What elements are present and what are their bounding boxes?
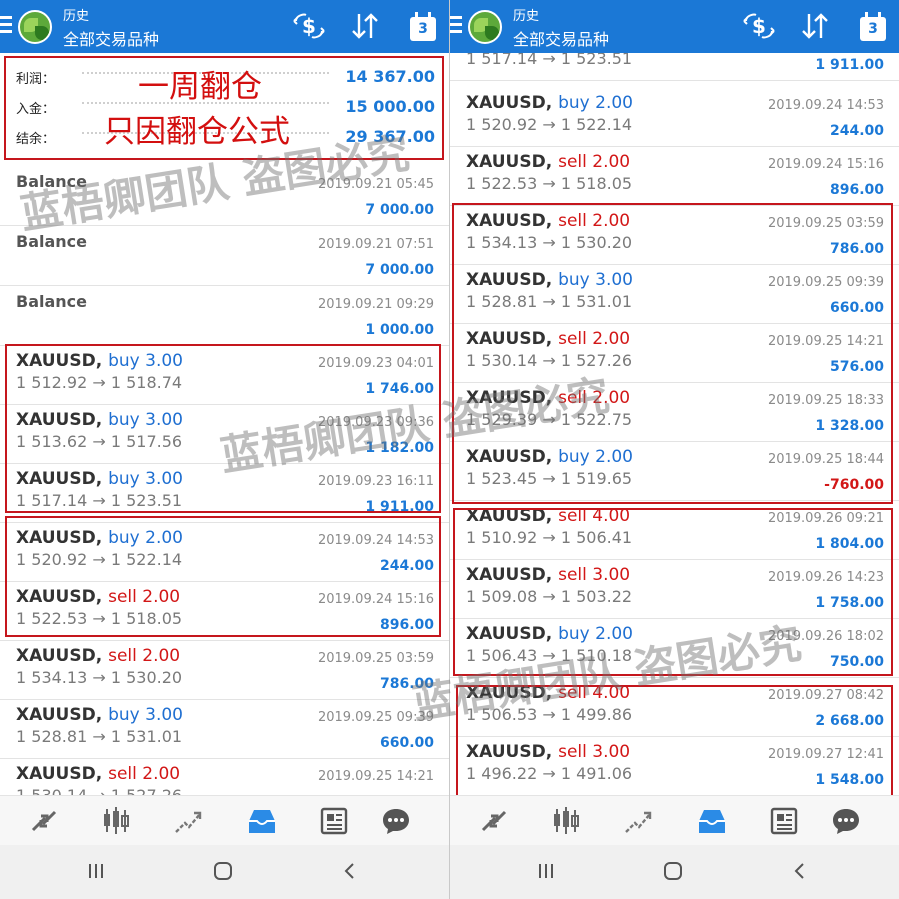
history-icon[interactable] [247,806,277,836]
menu-icon[interactable] [0,16,12,36]
trade-prices: 1 534.13 → 1 530.20 [16,668,183,687]
news-icon[interactable] [319,806,349,836]
sort-icon[interactable] [350,11,380,41]
highlight-box-0927 [456,685,893,795]
system-navigation-bar [450,845,899,899]
trade-symbol: XAUUSD, buy 3.00 [16,705,183,725]
symbol-filter-icon[interactable]: $ [742,11,776,41]
history-list[interactable]: 1 517.14 → 1 523.51 1 911.00 XAUUSD, buy… [450,53,899,795]
trade-prices: 1 530.14 → 1 527.26 [16,786,182,795]
trade-profit: 660.00 [379,735,434,751]
chat-icon[interactable] [831,806,861,836]
trade-time: 2019.09.24 15:16 [767,157,884,172]
balance-amount: 7 000.00 [365,262,434,278]
balance-time: 2019.09.21 09:29 [317,297,434,312]
trade-type: sell 2.00 [558,152,631,172]
trade-symbol: XAUUSD, sell 2.00 [16,764,181,784]
history-list[interactable]: 利润： 14 367.00 入金： 15 000.00 结余： 29 367.0… [0,53,449,795]
trade-time: 2019.09.25 14:21 [317,769,434,784]
balance-row[interactable]: Balance 2019.09.21 09:29 1 000.00 [0,287,449,346]
trade-type: sell 2.00 [108,764,181,784]
balance-row[interactable]: Balance 2019.09.21 07:51 7 000.00 [0,227,449,286]
chat-icon[interactable] [381,806,411,836]
trade-symbol: XAUUSD, sell 2.00 [16,646,181,666]
home-icon[interactable] [213,861,233,881]
quotes-icon[interactable] [479,806,509,836]
highlight-box-0925 [452,203,893,504]
trade-prices: 1 522.53 → 1 518.05 [466,174,633,193]
balance-row[interactable]: Balance 2019.09.21 05:45 7 000.00 [0,167,449,226]
trade-profit: 786.00 [379,676,434,692]
balance-amount: 1 000.00 [365,322,434,338]
trade-row[interactable]: XAUUSD, buy 2.00 1 520.92 → 1 522.14 2019.… [450,88,899,147]
trade-prices: 1 528.81 → 1 531.01 [16,727,183,746]
chart-icon[interactable] [551,806,581,836]
header-title: 历史 [63,9,90,24]
app-header: 历史 全部交易品种 $ 3 [450,0,899,53]
highlight-box-0924 [5,516,441,637]
trade-profit: 244.00 [829,123,884,139]
svg-text:$: $ [302,14,316,38]
calendar-day: 3 [418,21,428,37]
trade-prices: 1 520.92 → 1 522.14 [466,115,633,134]
trade-symbol: XAUUSD, buy 2.00 [466,93,633,113]
recent-apps-icon[interactable] [536,861,556,881]
calendar-day: 3 [868,21,878,37]
history-screen-right: 历史 全部交易品种 $ 3 1 517.14 → 1 523.51 1 911.… [450,0,899,899]
news-icon[interactable] [769,806,799,836]
trade-row[interactable]: XAUUSD, sell 2.00 1 530.14 → 1 527.26 2019… [0,759,449,795]
recent-apps-icon[interactable] [86,861,106,881]
trade-time: 2019.09.25 09:39 [317,710,434,725]
header-subtitle[interactable]: 全部交易品种 [63,26,159,50]
balance-amount: 7 000.00 [365,202,434,218]
trade-type: sell 2.00 [108,646,181,666]
trade-time: 2019.09.24 14:53 [767,98,884,113]
balance-label: Balance [16,232,87,251]
trade-row[interactable]: XAUUSD, sell 2.00 1 522.53 → 1 518.05 2019… [450,147,899,206]
header-title: 历史 [513,9,540,24]
highlight-box-0926 [453,508,893,676]
trade-row[interactable]: XAUUSD, buy 3.00 1 528.81 → 1 531.01 2019.… [0,700,449,759]
trade-profit: 896.00 [829,182,884,198]
trade-symbol: XAUUSD, sell 2.00 [466,152,631,172]
back-icon[interactable] [340,861,360,881]
trade-icon[interactable] [173,806,203,836]
summary-highlight-box [4,56,444,160]
bottom-navigation [450,795,899,845]
menu-icon[interactable] [450,16,462,36]
quotes-icon[interactable] [29,806,59,836]
trade-icon[interactable] [623,806,653,836]
calendar-icon[interactable]: 3 [409,12,437,42]
trade-type: buy 3.00 [108,705,183,725]
balance-label: Balance [16,292,87,311]
trade-row[interactable]: XAUUSD, sell 2.00 1 534.13 → 1 530.20 2019… [0,641,449,700]
back-icon[interactable] [790,861,810,881]
balance-time: 2019.09.21 05:45 [317,177,434,192]
app-header: 历史 全部交易品种 $ 3 [0,0,449,53]
sort-icon[interactable] [800,11,830,41]
metatrader-logo-icon [468,10,502,44]
history-screen-left: 历史 全部交易品种 $ 3 利润： 14 367.00 入金： 15 000.0… [0,0,449,899]
balance-time: 2019.09.21 07:51 [317,237,434,252]
history-icon[interactable] [697,806,727,836]
bottom-navigation [0,795,449,845]
balance-label: Balance [16,172,87,191]
system-navigation-bar [0,845,449,899]
header-subtitle[interactable]: 全部交易品种 [513,26,609,50]
svg-text:$: $ [752,14,766,38]
metatrader-logo-icon [18,10,52,44]
trade-type: buy 2.00 [558,93,633,113]
symbol-filter-icon[interactable]: $ [292,11,326,41]
chart-icon[interactable] [101,806,131,836]
calendar-icon[interactable]: 3 [859,12,887,42]
trade-time: 2019.09.25 03:59 [317,651,434,666]
trade-row-partial[interactable]: 1 517.14 → 1 523.51 1 911.00 [450,53,899,81]
home-icon[interactable] [663,861,683,881]
highlight-box-0923 [5,344,441,513]
